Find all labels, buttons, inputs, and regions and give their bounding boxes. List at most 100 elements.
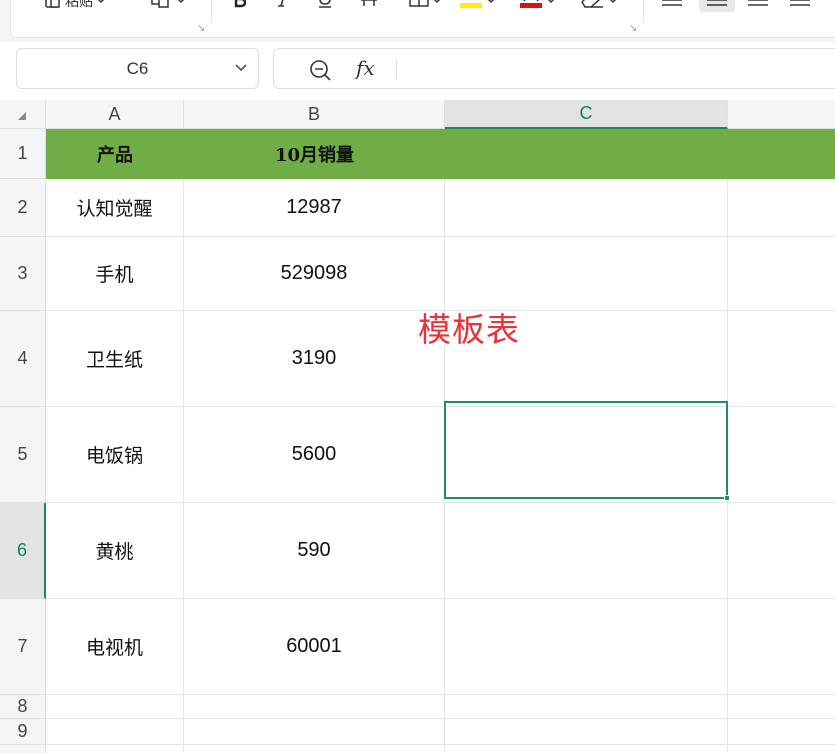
paste-icon xyxy=(45,0,60,8)
row-header-3[interactable]: 3 xyxy=(0,237,46,311)
row-header-10[interactable] xyxy=(0,745,46,753)
cell-c9[interactable] xyxy=(445,719,728,745)
bold-icon xyxy=(234,0,247,8)
clear-format-button[interactable] xyxy=(579,0,618,9)
cell-a5[interactable]: 电饭锅 xyxy=(46,407,184,503)
toolbar-divider xyxy=(211,0,212,23)
font-color-button[interactable] xyxy=(519,0,556,9)
cell-c10[interactable] xyxy=(445,745,728,753)
cell-c7[interactable] xyxy=(445,599,728,695)
row-header-1[interactable]: 1 xyxy=(0,129,46,179)
chevron-down-icon[interactable] xyxy=(234,61,248,75)
cell-a4[interactable]: 卫生纸 xyxy=(46,311,184,407)
cell-a1[interactable]: 产品 xyxy=(46,129,184,179)
chevron-down-icon xyxy=(97,0,105,4)
cell-a2[interactable]: 认知觉醒 xyxy=(46,179,184,237)
cell-c8[interactable] xyxy=(445,695,728,719)
cell-a3[interactable]: 手机 xyxy=(46,237,184,311)
cell-b8[interactable] xyxy=(184,695,445,719)
ribbon-panel: 粘贴 ↘ ↘ xyxy=(10,0,835,38)
column-header-a[interactable]: A xyxy=(46,100,184,129)
cell-a10[interactable] xyxy=(46,745,184,753)
cell-b1[interactable]: 10月销量 xyxy=(184,129,445,179)
italic-button[interactable] xyxy=(277,0,289,9)
border-icon xyxy=(409,0,429,7)
cell-b9[interactable] xyxy=(184,719,445,745)
cell-d6[interactable] xyxy=(728,503,835,599)
cell-d5[interactable] xyxy=(728,407,835,503)
eraser-icon xyxy=(581,0,603,8)
ribbon-toolbar: 粘贴 ↘ ↘ xyxy=(0,0,835,42)
italic-icon xyxy=(278,0,284,7)
align-center-button[interactable] xyxy=(699,0,735,12)
strikethrough-button[interactable] xyxy=(359,0,379,9)
cell-c3[interactable] xyxy=(445,237,728,311)
format-painter-button[interactable] xyxy=(151,0,186,9)
formula-input[interactable] xyxy=(406,49,826,88)
chevron-down-icon xyxy=(547,0,555,4)
column-header-c[interactable]: C xyxy=(445,100,728,129)
align-left-button[interactable] xyxy=(661,0,683,9)
cell-b5[interactable]: 5600 xyxy=(184,407,445,503)
cell-c2[interactable] xyxy=(445,179,728,237)
justify-button[interactable] xyxy=(789,0,811,9)
row-header-6[interactable]: 6 xyxy=(0,503,46,599)
row-header-7[interactable]: 7 xyxy=(0,599,46,695)
border-button[interactable] xyxy=(409,0,442,9)
cell-b2[interactable]: 12987 xyxy=(184,179,445,237)
column-header-b[interactable]: B xyxy=(184,100,445,129)
fx-icon[interactable]: fx xyxy=(356,56,375,80)
overlay-text: 模板表 xyxy=(418,310,520,349)
cell-d9[interactable] xyxy=(728,719,835,745)
copy-format-icon xyxy=(151,0,169,8)
cell-d8[interactable] xyxy=(728,695,835,719)
cell-d10[interactable] xyxy=(728,745,835,753)
font-launcher-icon[interactable]: ↘ xyxy=(629,23,637,34)
cell-a6[interactable]: 黄桃 xyxy=(46,503,184,599)
paste-button[interactable]: 粘贴 xyxy=(44,0,106,9)
bold-button[interactable] xyxy=(233,0,247,9)
cell-d4[interactable] xyxy=(728,311,835,407)
cell-d2[interactable] xyxy=(728,179,835,237)
spreadsheet-grid: A B C 1 2 3 4 5 6 7 8 9 产品 10月销量 认知觉醒 12… xyxy=(0,100,835,753)
select-all-corner[interactable] xyxy=(0,100,46,129)
cell-c5[interactable] xyxy=(445,407,728,503)
cell-b10[interactable] xyxy=(184,745,445,753)
underline-icon xyxy=(319,0,331,8)
clipboard-launcher-icon[interactable]: ↘ xyxy=(197,23,205,34)
cell-c6[interactable] xyxy=(445,503,728,599)
font-color-icon xyxy=(520,0,542,8)
row-header-9[interactable]: 9 xyxy=(0,719,46,745)
cell-b6[interactable]: 590 xyxy=(184,503,445,599)
row-header-8[interactable]: 8 xyxy=(0,695,46,719)
underline-button[interactable] xyxy=(317,0,333,9)
cell-b3[interactable]: 529098 xyxy=(184,237,445,311)
toolbar-divider xyxy=(643,0,644,23)
cell-d7[interactable] xyxy=(728,599,835,695)
cell-c1[interactable] xyxy=(445,129,728,179)
row-header-4[interactable]: 4 xyxy=(0,311,46,407)
cell-a8[interactable] xyxy=(46,695,184,719)
paste-label: 粘贴 xyxy=(65,0,93,9)
column-header-d[interactable] xyxy=(728,100,835,129)
row-header-2[interactable]: 2 xyxy=(0,179,46,237)
select-all-icon xyxy=(18,112,26,120)
cell-a7[interactable]: 电视机 xyxy=(46,599,184,695)
cell-a9[interactable] xyxy=(46,719,184,745)
cell-d3[interactable] xyxy=(728,237,835,311)
strikethrough-icon xyxy=(361,0,377,6)
chevron-down-icon xyxy=(487,0,495,4)
row-header-5[interactable]: 5 xyxy=(0,407,46,503)
align-center-icon xyxy=(707,0,727,6)
name-box[interactable]: C6 xyxy=(16,48,259,89)
align-right-button[interactable] xyxy=(747,0,769,9)
formula-divider xyxy=(396,59,397,79)
chevron-down-icon xyxy=(609,0,617,4)
align-right-icon xyxy=(748,0,768,6)
fill-color-button[interactable] xyxy=(459,0,496,9)
cell-d1[interactable] xyxy=(728,129,835,179)
zoom-out-icon[interactable] xyxy=(309,59,331,81)
align-left-icon xyxy=(662,0,682,6)
cell-b4[interactable]: 3190 xyxy=(184,311,445,407)
cell-b7[interactable]: 60001 xyxy=(184,599,445,695)
